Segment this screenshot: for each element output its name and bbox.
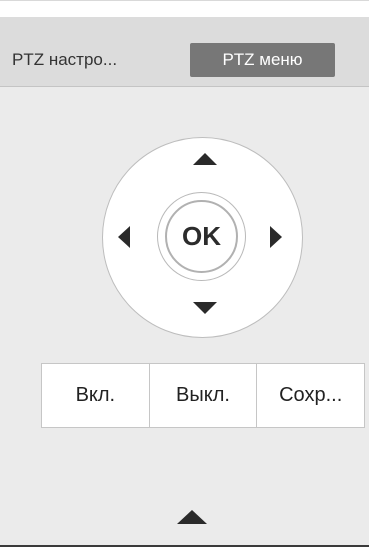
action-button-group: Вкл. Выкл. Сохр... (41, 363, 365, 428)
save-button[interactable]: Сохр... (257, 364, 364, 427)
arrow-right-icon[interactable] (270, 226, 282, 248)
arrow-down-icon[interactable] (193, 302, 217, 314)
ok-button-ring: OK (157, 192, 246, 281)
top-strip (0, 1, 369, 17)
arrow-up-icon[interactable] (193, 153, 217, 165)
ptz-panel: PTZ настро... PTZ меню OK Вкл. Выкл. Сох… (0, 0, 369, 553)
tab-bar: PTZ настро... PTZ меню (0, 17, 369, 87)
collapse-arrow-icon[interactable] (177, 510, 207, 524)
ok-button[interactable]: OK (165, 200, 238, 273)
off-button[interactable]: Выкл. (150, 364, 258, 427)
tab-ptz-menu[interactable]: PTZ меню (190, 43, 335, 77)
arrow-left-icon[interactable] (118, 226, 130, 248)
tab-ptz-settings[interactable]: PTZ настро... (12, 43, 162, 77)
on-button[interactable]: Вкл. (42, 364, 150, 427)
bottom-strip (0, 547, 369, 553)
